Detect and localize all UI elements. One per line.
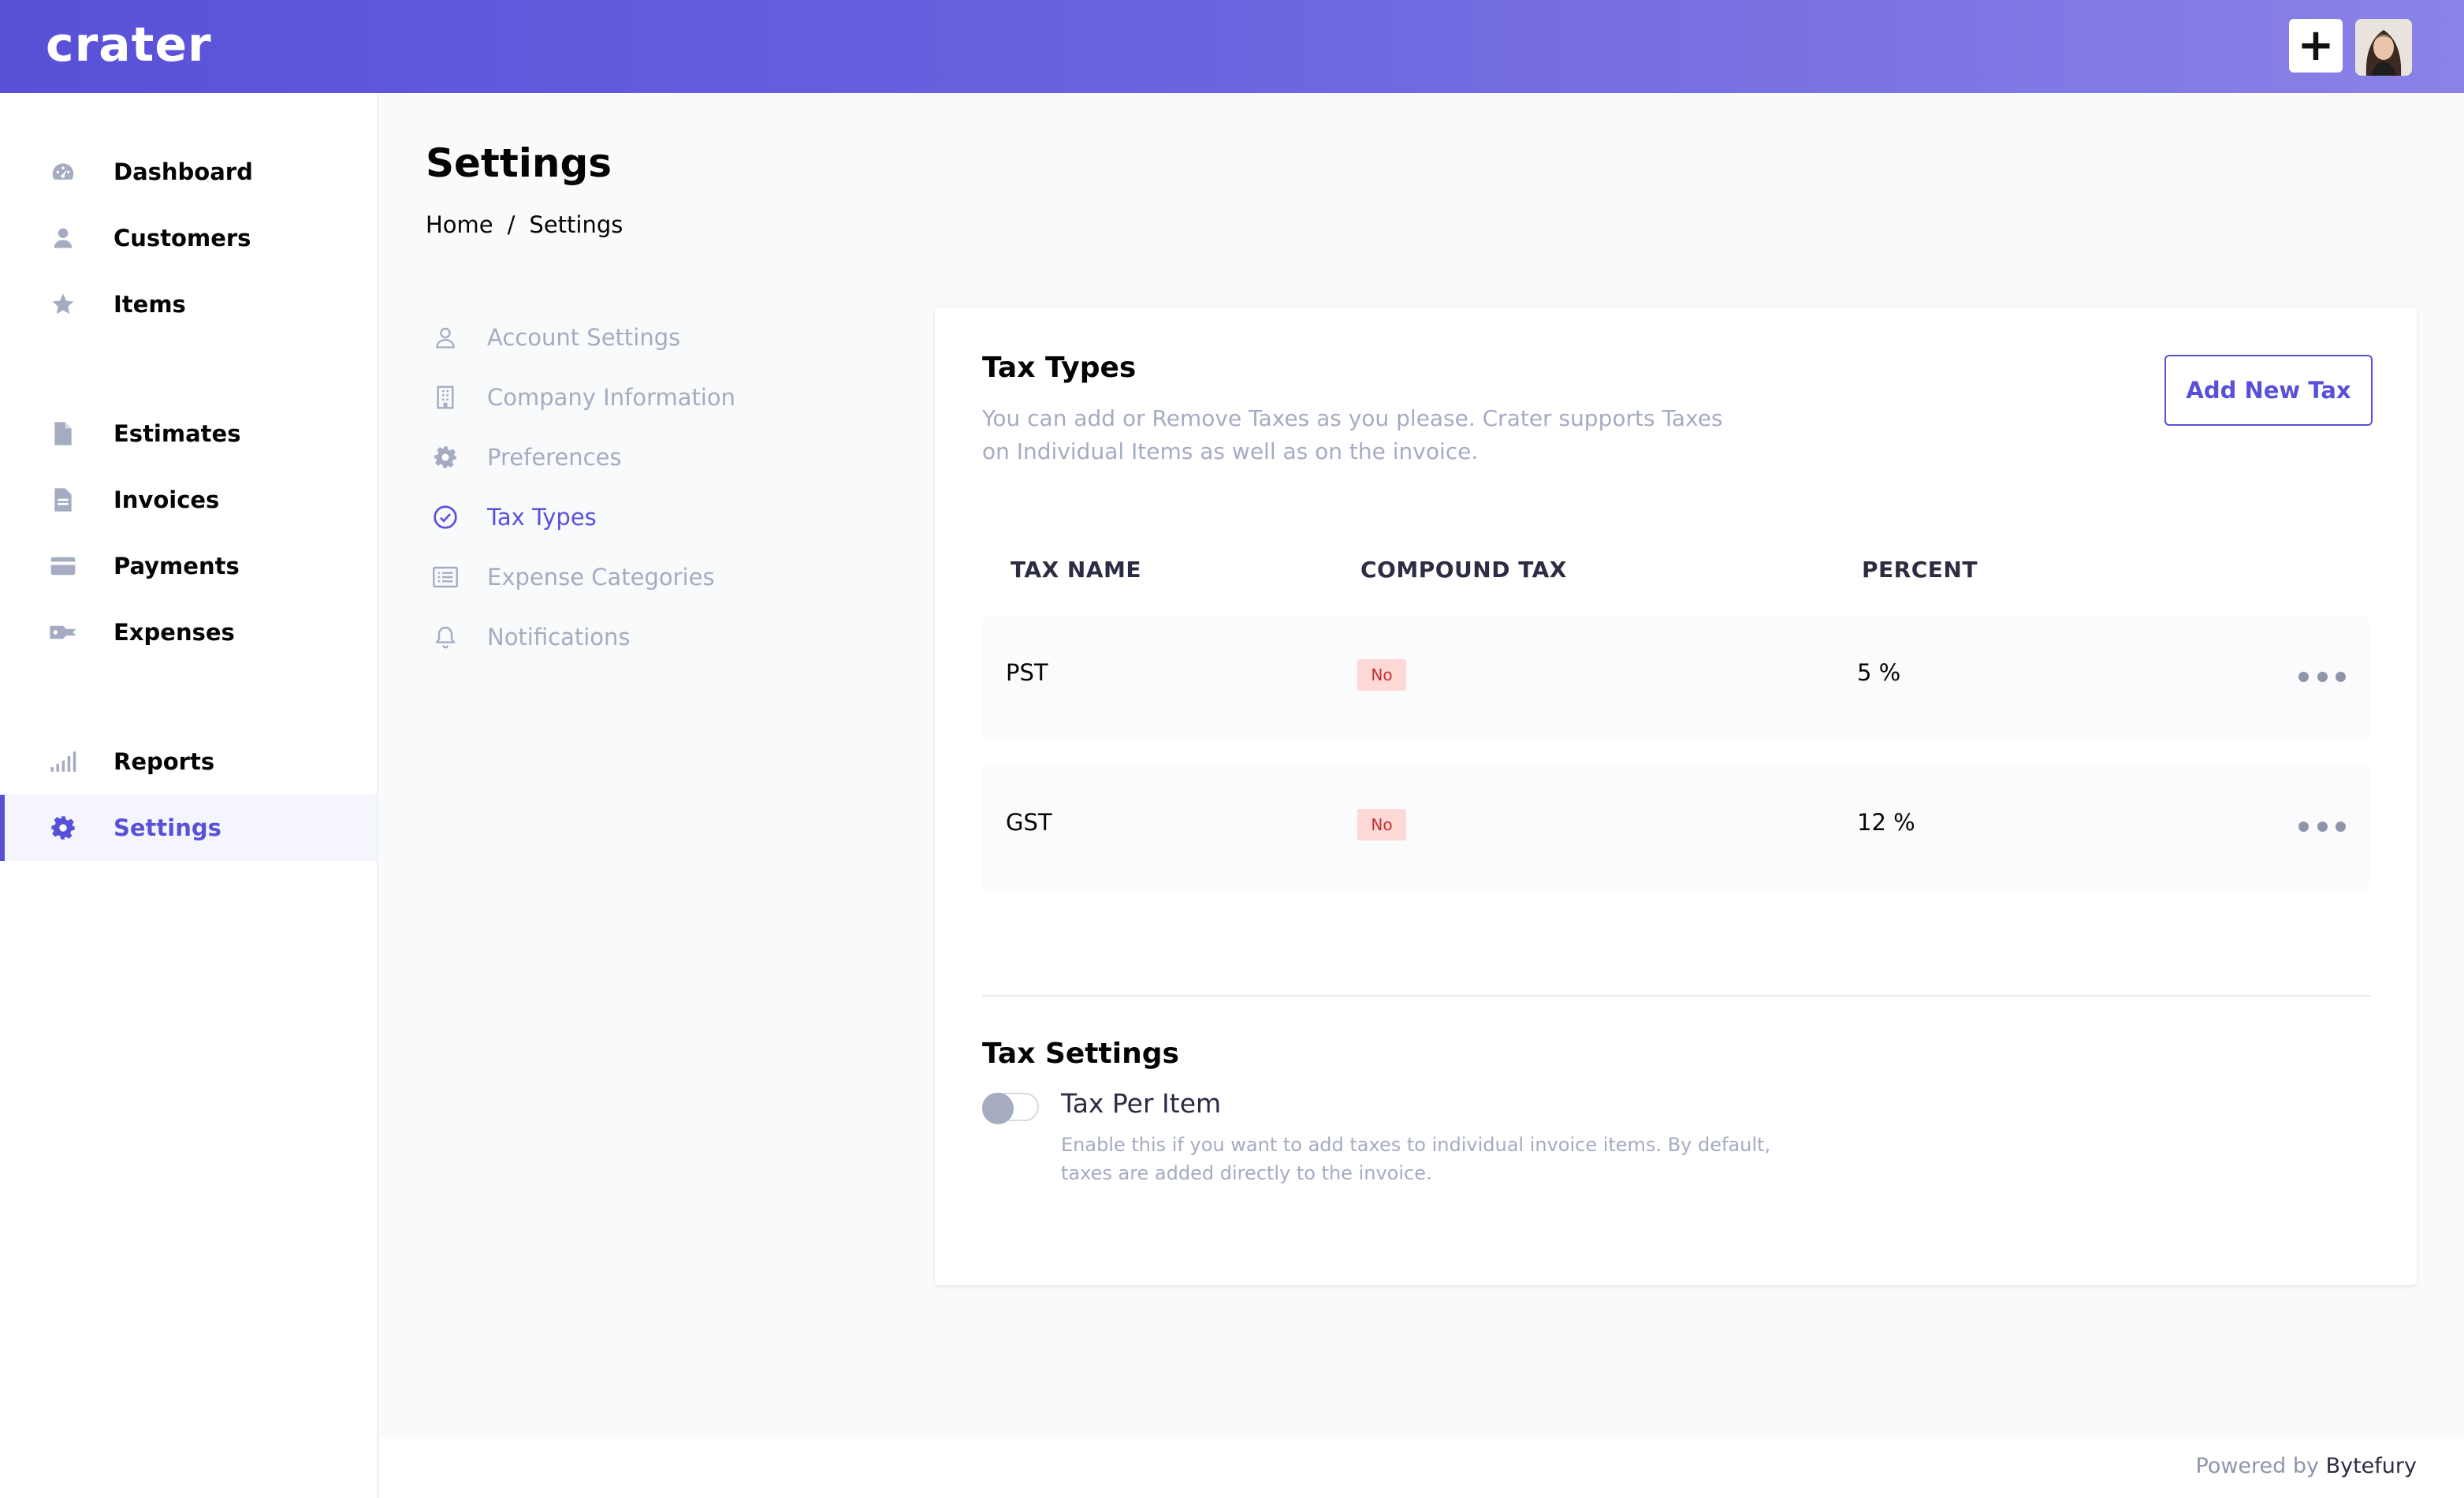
section-divider bbox=[982, 995, 2371, 997]
cog-icon bbox=[49, 814, 77, 842]
column-header-compound-tax[interactable]: COMPOUND TAX bbox=[1360, 557, 1567, 583]
tax-per-item-label: Tax Per Item bbox=[1061, 1088, 1222, 1119]
dashboard-icon bbox=[49, 158, 77, 186]
powered-by-label: Powered by bbox=[2195, 1454, 2320, 1478]
breadcrumb: Home / Settings bbox=[426, 211, 623, 238]
table-row: GST No 12 % bbox=[982, 765, 2369, 891]
user-icon bbox=[49, 224, 77, 252]
document-text-icon bbox=[49, 486, 77, 514]
tax-per-item-description: Enable this if you want to add taxes to … bbox=[1061, 1134, 1771, 1184]
row-actions-menu-icon[interactable] bbox=[2298, 662, 2346, 691]
sidebar-item-invoices[interactable]: Invoices bbox=[0, 467, 377, 533]
settings-menu-label: Tax Types bbox=[487, 504, 597, 531]
star-icon bbox=[49, 290, 77, 319]
settings-menu-label: Expense Categories bbox=[487, 564, 715, 591]
breadcrumb-separator: / bbox=[507, 211, 516, 238]
settings-menu-tax-types[interactable]: Tax Types bbox=[432, 494, 597, 541]
settings-menu-label: Account Settings bbox=[487, 324, 681, 351]
table-row: PST No 5 % bbox=[982, 615, 2369, 741]
footer: Powered by Bytefury bbox=[380, 1437, 2464, 1498]
quick-add-button[interactable]: + bbox=[2289, 19, 2343, 73]
tax-name-cell: PST bbox=[1006, 659, 1048, 686]
settings-menu-label: Company Information bbox=[487, 384, 736, 411]
breadcrumb-home-link[interactable]: Home bbox=[426, 211, 493, 238]
sidebar-item-expenses[interactable]: Expenses bbox=[0, 599, 377, 665]
sidebar-item-reports[interactable]: Reports bbox=[0, 729, 377, 795]
toggle-knob bbox=[982, 1093, 1014, 1124]
compound-tax-badge: No bbox=[1357, 659, 1406, 691]
tax-types-title: Tax Types bbox=[982, 352, 1137, 384]
top-header: crater + bbox=[0, 0, 2464, 93]
sidebar-item-label: Estimates bbox=[114, 420, 241, 447]
add-new-tax-button[interactable]: Add New Tax bbox=[2164, 355, 2373, 426]
sidebar-item-customers[interactable]: Customers bbox=[0, 205, 377, 271]
settings-menu-account-settings[interactable]: Account Settings bbox=[432, 314, 680, 361]
breadcrumb-current-link[interactable]: Settings bbox=[529, 211, 623, 238]
settings-menu-notifications[interactable]: Notifications bbox=[432, 613, 631, 661]
sidebar-item-settings[interactable]: Settings bbox=[0, 795, 377, 861]
settings-menu-company-information[interactable]: Company Information bbox=[432, 374, 735, 421]
row-actions-menu-icon[interactable] bbox=[2298, 812, 2346, 840]
building-icon bbox=[432, 384, 459, 411]
tax-types-description: You can add or Remove Taxes as you pleas… bbox=[982, 405, 1723, 464]
sidebar-item-label: Payments bbox=[114, 553, 240, 579]
bytefury-link[interactable]: Bytefury bbox=[2326, 1454, 2417, 1478]
sidebar-item-payments[interactable]: Payments bbox=[0, 533, 377, 599]
key-icon bbox=[49, 618, 77, 647]
sidebar-item-label: Expenses bbox=[114, 619, 235, 646]
cog-icon bbox=[432, 444, 459, 471]
sidebar-item-label: Settings bbox=[114, 814, 221, 841]
tax-types-card: Tax Types You can add or Remove Taxes as… bbox=[935, 307, 2417, 1285]
credit-card-icon bbox=[49, 552, 77, 580]
settings-menu-preferences[interactable]: Preferences bbox=[432, 434, 622, 481]
tax-name-cell: GST bbox=[1006, 809, 1052, 836]
sidebar: Dashboard Customers Items Estimates Invo… bbox=[0, 93, 378, 1498]
bell-icon bbox=[432, 624, 459, 650]
settings-menu-label: Preferences bbox=[487, 444, 622, 471]
crater-logo[interactable]: crater bbox=[46, 17, 212, 73]
compound-tax-badge: No bbox=[1357, 809, 1406, 840]
percent-cell: 12 % bbox=[1857, 809, 1915, 836]
user-avatar[interactable] bbox=[2355, 19, 2412, 76]
column-header-percent[interactable]: PERCENT bbox=[1862, 557, 1978, 583]
document-icon bbox=[49, 419, 77, 448]
settings-menu-label: Notifications bbox=[487, 624, 631, 650]
user-outline-icon bbox=[432, 324, 459, 351]
sidebar-item-dashboard[interactable]: Dashboard bbox=[0, 139, 377, 205]
sidebar-item-label: Reports bbox=[114, 748, 215, 775]
sidebar-item-estimates[interactable]: Estimates bbox=[0, 401, 377, 467]
sidebar-item-label: Invoices bbox=[114, 486, 220, 513]
list-icon bbox=[432, 564, 459, 591]
percent-cell: 5 % bbox=[1857, 659, 1901, 686]
signal-bars-icon bbox=[49, 747, 77, 776]
page-title: Settings bbox=[426, 140, 612, 186]
sidebar-item-label: Items bbox=[114, 291, 186, 318]
tax-settings-title: Tax Settings bbox=[982, 1038, 1179, 1070]
powered-by: Powered by Bytefury bbox=[2196, 1454, 2417, 1478]
sidebar-item-label: Dashboard bbox=[114, 158, 253, 185]
column-header-tax-name[interactable]: TAX NAME bbox=[1011, 557, 1141, 583]
tax-per-item-toggle[interactable] bbox=[982, 1093, 1039, 1124]
sidebar-item-label: Customers bbox=[114, 225, 251, 252]
settings-menu-expense-categories[interactable]: Expense Categories bbox=[432, 553, 715, 601]
check-circle-icon bbox=[432, 504, 459, 531]
sidebar-item-items[interactable]: Items bbox=[0, 271, 377, 337]
